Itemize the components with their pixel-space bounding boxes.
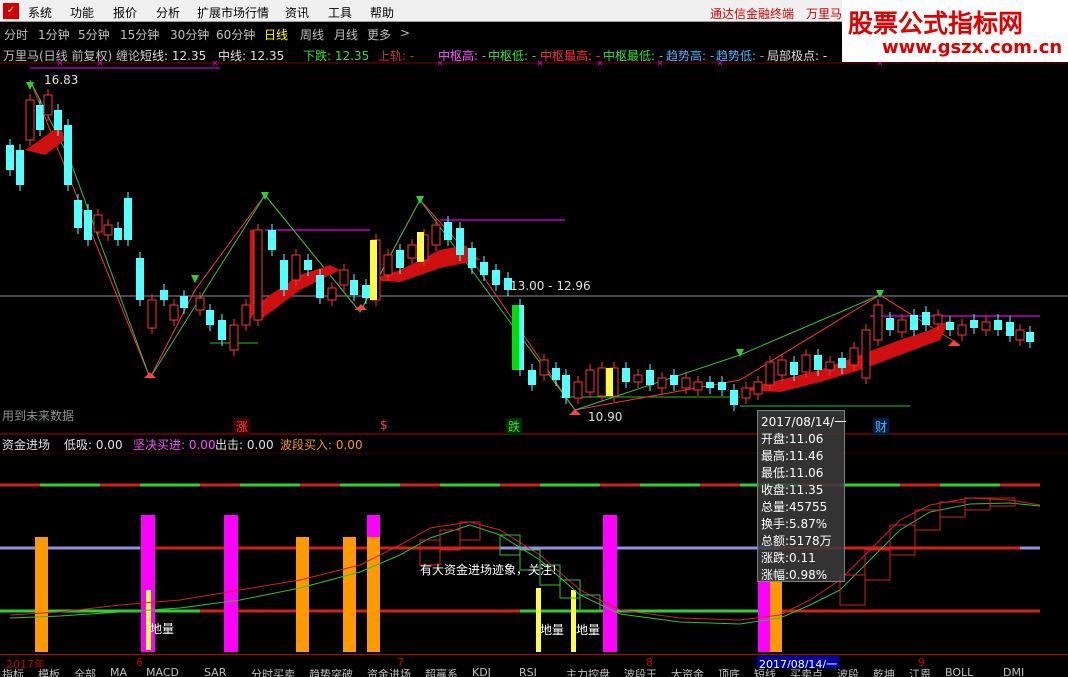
- period-more[interactable]: 更多: [367, 26, 391, 43]
- bottom-tab-9[interactable]: 超赢系: [425, 668, 458, 677]
- bottom-tab-12[interactable]: 主力控盘: [566, 668, 610, 677]
- bottom-tab-4[interactable]: MACD: [146, 668, 179, 677]
- candle-info-box: 2017/08/14/一 开盘:11.06 最高:11.46 最低:11.06 …: [757, 410, 847, 582]
- event-mark-fall[interactable]: 跌: [506, 418, 523, 435]
- bottom-tab-16[interactable]: 短线: [754, 668, 776, 677]
- period-next-arrow[interactable]: >: [400, 26, 410, 40]
- bottom-tab-20[interactable]: 江恩: [909, 668, 931, 677]
- event-mark-rise[interactable]: 涨: [234, 418, 251, 435]
- bottom-tab-13[interactable]: 波段王: [624, 668, 657, 677]
- info-volume: 总量:45755: [761, 500, 828, 514]
- bottom-tab-1[interactable]: 模板: [38, 668, 60, 677]
- bottom-tab-3[interactable]: MA: [110, 668, 127, 677]
- price-range-label: 13.00 - 12.96: [510, 279, 591, 293]
- period-monthly[interactable]: 月线: [334, 26, 358, 43]
- info-low: 最低:11.06: [761, 466, 824, 480]
- bottom-tab-21[interactable]: BOLL: [945, 668, 973, 677]
- period-30min[interactable]: 30分钟: [170, 26, 209, 43]
- menu-item-function[interactable]: 功能: [70, 4, 94, 21]
- event-mark-finance[interactable]: 财: [873, 418, 890, 435]
- info-turnover: 换手:5.87%: [761, 517, 828, 531]
- bottom-tab-2[interactable]: 全部: [74, 668, 96, 677]
- price-high-label: 16.83: [44, 73, 79, 87]
- info-close: 收盘:11.35: [761, 483, 824, 497]
- big-capital-annotation: 有大资金进场迹象，关注!: [420, 563, 557, 577]
- indicator-header: 万里马(日线 前复权) 缠论 短线: 12.35 中线: 12.35 下跌: 1…: [0, 45, 842, 63]
- period-daily[interactable]: 日线: [264, 26, 288, 43]
- zhongshu-max: 中枢最高: -: [540, 49, 601, 63]
- menu-item-help[interactable]: 帮助: [370, 4, 394, 21]
- stock-title: 万里马(日线 前复权) 缠论: [3, 49, 140, 63]
- trend-high: 趋势高: -: [666, 49, 715, 63]
- current-stock-name: 万里马: [806, 7, 843, 21]
- info-amount: 总额:5178万: [761, 534, 832, 548]
- terminal-title: 通达信金融终端: [710, 7, 795, 21]
- low-absorb-value: 低吸: 0.00: [64, 438, 123, 452]
- event-mark-dollar[interactable]: $: [380, 418, 388, 432]
- bottom-tab-6[interactable]: 分时买卖: [251, 668, 295, 677]
- watermark-title: 股票公式指标网: [848, 9, 1024, 38]
- time-axis: 2017年 6 7 8 2017/08/14/一 9: [0, 654, 1068, 672]
- local-extreme: 局部极点: -: [767, 49, 828, 63]
- ground-volume-label-2: 地量: [540, 623, 565, 637]
- info-high: 最高:11.46: [761, 449, 824, 463]
- lower-indicator-header: 资金进场 低吸: 0.00 坚决买进: 0.00 出击: 0.00 波段买入: …: [0, 435, 842, 453]
- mid-line-value: 中线: 12.35: [218, 49, 285, 63]
- ground-volume-label-1: 地量: [150, 622, 175, 636]
- zhongshu-min: 中枢最低: -: [603, 49, 664, 63]
- period-1min[interactable]: 1分钟: [38, 26, 70, 43]
- trend-low: 趋势低: -: [716, 49, 765, 63]
- app-logo-icon: ✓: [3, 3, 19, 19]
- wave-buy-value: 波段买入: 0.00: [280, 438, 363, 452]
- bottom-tab-22[interactable]: DMI: [1003, 668, 1024, 677]
- bottom-tab-11[interactable]: RSI: [519, 668, 537, 677]
- bottom-indicator-tabs: 指标 模板 全部 MA MACD SAR 分时买卖 趋势突破 资金进场 超赢系 KDJ RSI 主力控盘…: [0, 668, 1068, 677]
- period-60min[interactable]: 60分钟: [216, 26, 255, 43]
- period-timeshare[interactable]: 分时: [4, 26, 28, 43]
- bottom-tab-18[interactable]: 波段: [837, 668, 859, 677]
- watermark-url: www.gszx.com.cn: [882, 37, 1063, 58]
- bottom-tab-7[interactable]: 趋势突破: [309, 668, 353, 677]
- price-low-label: 10.90: [588, 410, 623, 424]
- period-weekly[interactable]: 周线: [300, 26, 324, 43]
- bottom-tab-0[interactable]: 指标: [2, 668, 24, 677]
- menu-item-tools[interactable]: 工具: [328, 4, 352, 21]
- future-data-note: 用到未来数据: [2, 409, 75, 423]
- info-change-pct: 涨幅:0.98%: [761, 568, 828, 582]
- upper-band-value: 上轨: -: [378, 49, 415, 63]
- info-change: 涨跌:0.11: [761, 551, 816, 565]
- firm-buy-value: 坚决买进: 0.00: [133, 438, 216, 452]
- menu-item-extended-market[interactable]: 扩展市场行情: [197, 4, 269, 21]
- menu-item-quote[interactable]: 报价: [113, 4, 137, 21]
- bottom-tab-10[interactable]: KDJ: [472, 668, 491, 677]
- down-line-value: 下跌: 12.35: [303, 49, 370, 63]
- period-5min[interactable]: 5分钟: [78, 26, 110, 43]
- zhongshu-high: 中枢高: -: [438, 49, 487, 63]
- site-watermark: 股票公式指标网 www.gszx.com.cn: [842, 0, 1068, 62]
- ground-volume-label-3: 地量: [576, 623, 601, 637]
- bottom-tab-15[interactable]: 顶底: [718, 668, 740, 677]
- period-bar: 分时 1分钟 5分钟 15分钟 30分钟 60分钟 日线 周线 月线 更多 >: [0, 23, 842, 43]
- menu-item-system[interactable]: 系统: [28, 4, 52, 21]
- bottom-tab-19[interactable]: 乾坤: [873, 668, 895, 677]
- menu-item-news[interactable]: 资讯: [285, 4, 309, 21]
- bottom-tab-8[interactable]: 资金进场: [367, 668, 411, 677]
- info-date: 2017/08/14/一: [761, 415, 847, 429]
- info-open: 开盘:11.06: [761, 432, 824, 446]
- zhongshu-low: 中枢低: -: [488, 49, 537, 63]
- lower-indicator-name[interactable]: 资金进场: [2, 436, 50, 453]
- bottom-tab-5[interactable]: SAR: [204, 668, 226, 677]
- kline-chart[interactable]: [0, 0, 1068, 654]
- bottom-tab-17[interactable]: 买卖点: [790, 668, 823, 677]
- period-15min[interactable]: 15分钟: [120, 26, 159, 43]
- exit-value: 出击: 0.00: [215, 438, 274, 452]
- bottom-tab-14[interactable]: 大资金: [671, 668, 704, 677]
- menu-item-analysis[interactable]: 分析: [156, 4, 180, 21]
- short-line-value: 短线: 12.35: [140, 49, 207, 63]
